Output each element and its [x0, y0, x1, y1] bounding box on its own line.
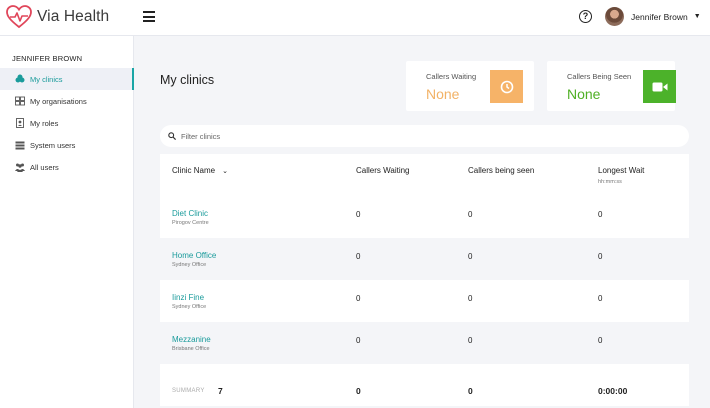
clinic-name-link[interactable]: Home Office	[172, 251, 216, 260]
video-camera-icon	[643, 70, 676, 103]
summary-waiting-total: 0	[356, 386, 361, 396]
brand-logo[interactable]: Via Health	[6, 5, 109, 29]
summary-seen-total: 0	[468, 386, 473, 396]
roles-icon	[14, 118, 25, 128]
clinic-location: Pirogov Centre	[172, 220, 209, 226]
clinic-name-link[interactable]: Diet Clinic	[172, 209, 208, 218]
sidebar-item-label: My organisations	[30, 96, 87, 106]
callers-seen-cell: 0	[468, 252, 473, 261]
filter-clinics-input[interactable]	[181, 131, 581, 141]
callers-waiting-header: Callers Waiting	[356, 166, 410, 175]
top-bar: Via Health ? Jennifer Brown ▼	[0, 0, 710, 36]
organisations-icon	[14, 96, 25, 106]
page-title: My clinics	[160, 73, 215, 87]
question-circle-icon[interactable]: ?	[579, 10, 592, 23]
callers-seen-value: None	[567, 86, 601, 102]
callers-waiting-cell: 0	[356, 294, 361, 303]
sidebar-item-label: System users	[30, 140, 76, 150]
user-menu[interactable]: Jennifer Brown ▼	[605, 7, 701, 26]
clinic-name-link[interactable]: Iinzi Fine	[172, 293, 204, 302]
callers-waiting-cell: 0	[356, 252, 361, 261]
user-name: Jennifer Brown	[631, 11, 688, 22]
longest-wait-cell: 0	[598, 252, 603, 261]
chevron-down-icon: ⌄	[222, 168, 228, 175]
callers-waiting-card: Callers Waiting None	[406, 61, 534, 111]
clock-icon	[490, 70, 523, 103]
sidebar-item-my-roles[interactable]: My roles	[0, 112, 134, 134]
clinic-name-link[interactable]: Mezzanine	[172, 335, 211, 344]
sidebar-item-label: All users	[30, 162, 59, 172]
callers-waiting-label: Callers Waiting	[426, 72, 477, 81]
clinic-location: Brisbane Office	[172, 346, 210, 352]
brand-name: Via Health	[37, 8, 110, 25]
sidebar: JENNIFER BROWN My clinics My organisatio…	[0, 36, 134, 408]
sidebar-item-label: My roles	[30, 118, 59, 128]
callers-seen-cell: 0	[468, 210, 473, 219]
summary-label: SUMMARY	[172, 388, 205, 394]
sidebar-heading: JENNIFER BROWN	[12, 54, 83, 63]
clinic-location: Sydney Office	[172, 304, 207, 310]
clinic-location: Sydney Office	[172, 262, 207, 268]
summary-row: SUMMARY 7 0 0 0:00:00	[160, 364, 689, 406]
table-row[interactable]: Home Office Sydney Office 0 0 0	[160, 238, 689, 280]
clinics-icon	[14, 74, 25, 84]
callers-seen-cell: 0	[468, 294, 473, 303]
sidebar-item-label: My clinics	[30, 74, 63, 84]
callers-seen-card: Callers Being Seen None	[547, 61, 676, 111]
sidebar-item-system-users[interactable]: System users	[0, 134, 134, 156]
summary-longest-wait: 0:00:00	[598, 386, 628, 396]
table-row[interactable]: Iinzi Fine Sydney Office 0 0 0	[160, 280, 689, 322]
longest-wait-cell: 0	[598, 210, 603, 219]
avatar	[605, 7, 624, 26]
callers-waiting-cell: 0	[356, 336, 361, 345]
clinics-table: Clinic Name ⌄ Callers Waiting Callers bei…	[160, 154, 689, 406]
longest-wait-cell: 0	[598, 294, 603, 303]
longest-wait-header: Longest Wait	[598, 166, 645, 175]
search-icon	[168, 132, 176, 140]
callers-waiting-cell: 0	[356, 210, 361, 219]
longest-wait-cell: 0	[598, 336, 603, 345]
callers-waiting-value: None	[426, 86, 460, 102]
hamburger-icon[interactable]	[143, 11, 155, 22]
heart-pulse-icon	[6, 5, 32, 29]
table-header: Clinic Name ⌄ Callers Waiting Callers bei…	[160, 154, 689, 196]
callers-seen-cell: 0	[468, 336, 473, 345]
callers-seen-header: Callers being seen	[468, 166, 535, 175]
filter-clinics-field[interactable]	[160, 125, 689, 147]
callers-seen-label: Callers Being Seen	[567, 72, 632, 81]
clinic-name-header[interactable]: Clinic Name ⌄	[172, 166, 228, 175]
system-users-icon	[14, 140, 25, 150]
sidebar-item-my-clinics[interactable]: My clinics	[0, 68, 134, 90]
chevron-down-icon: ▼	[693, 13, 701, 20]
table-row[interactable]: Diet Clinic Pirogov Centre 0 0 0	[160, 196, 689, 238]
sidebar-item-all-users[interactable]: All users	[0, 156, 134, 178]
sidebar-nav: My clinics My organisations My roles Sys…	[0, 68, 134, 178]
table-row[interactable]: Mezzanine Brisbane Office 0 0 0	[160, 322, 689, 364]
sidebar-item-my-organisations[interactable]: My organisations	[0, 90, 134, 112]
all-users-icon	[14, 162, 25, 172]
longest-wait-unit: hh:mm:ss	[598, 179, 622, 185]
summary-clinic-count: 7	[218, 386, 223, 396]
